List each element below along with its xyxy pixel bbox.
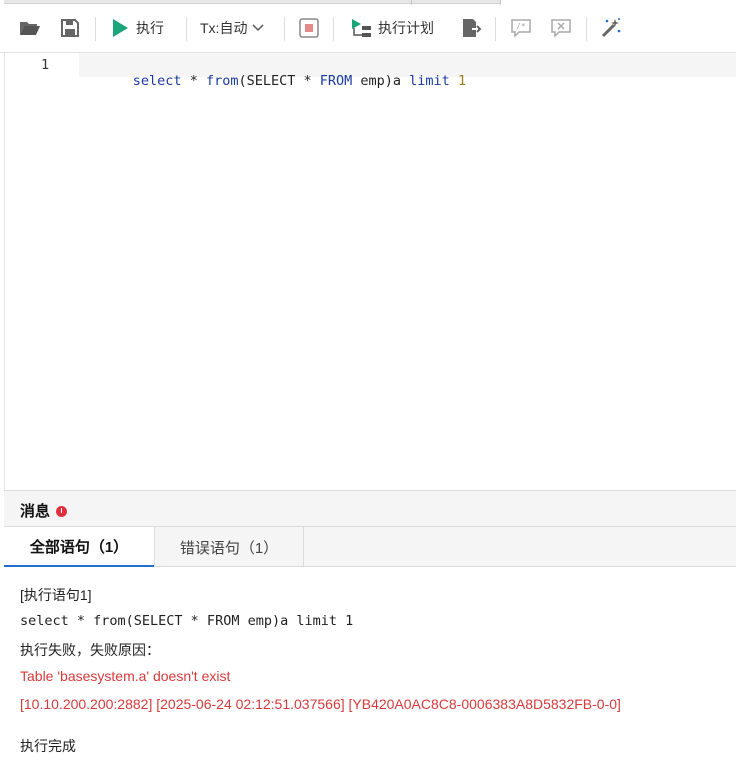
code-token: (SELECT * [238,73,320,89]
top-tab-divider [411,0,412,5]
messages-tabs: 全部语句（1） 错误语句（1） [4,527,736,567]
chevron-down-icon [252,24,264,32]
tab-error-statements[interactable]: 错误语句（1） [154,527,304,567]
code-token: * [181,73,206,89]
export-icon [460,17,482,39]
transaction-mode-label: Tx:自动 [200,20,248,36]
execution-plan-icon [350,18,372,38]
code-line: select * from(SELECT * FROM emp)a limit … [84,57,466,105]
code-token: from [205,73,239,89]
toolbar-separator [186,17,187,41]
svg-text:/*: /* [516,22,526,31]
format-sql-button[interactable] [597,6,625,50]
execution-plan-button[interactable]: 执行计划 [350,6,442,50]
messages-output: [执行语句1] select * from(SELECT * FROM emp)… [4,568,736,766]
top-tab-divider [500,0,501,5]
toolbar-separator [95,17,96,41]
open-file-button[interactable] [14,6,46,50]
statement-sql: select * from(SELECT * FROM emp)a limit … [20,613,354,629]
folder-open-icon [19,18,41,38]
editor-line: 1 select * from(SELECT * FROM emp)a limi… [5,53,736,89]
execution-plan-label: 执行计划 [378,20,434,36]
completion-status: 执行完成 [20,738,76,754]
play-icon [112,19,128,37]
error-badge-icon [56,506,67,517]
toolbar-separator [333,17,334,41]
toolbar-separator [284,17,285,41]
stop-button[interactable] [295,6,323,50]
editor-toolbar: 执行 Tx:自动 执行计划 /* [0,6,736,53]
tab-label: 全部语句（1） [29,538,129,556]
tab-all-statements[interactable]: 全部语句（1） [4,527,154,567]
statement-header: [执行语句1] [20,587,92,603]
code-token: select [132,73,182,89]
run-button-label: 执行 [136,20,164,36]
top-tab-strip-bar [4,0,500,4]
messages-header: 消息 [4,490,736,527]
code-token: limit [409,73,450,89]
messages-title: 消息 [20,503,51,520]
toolbar-separator [495,17,496,41]
uncomment-button[interactable] [547,6,575,50]
uncomment-icon [550,18,572,38]
export-button[interactable] [457,6,485,50]
error-detail: [10.10.200.200:2882] [2025-06-24 02:12:5… [20,696,621,712]
line-number: 1 [41,57,50,73]
code-token: emp)a [352,73,410,89]
comment-icon: /* [510,18,532,38]
error-message: Table 'basesystem.a' doesn't exist [20,668,231,684]
sql-editor[interactable]: 1 select * from(SELECT * FROM emp)a limi… [4,53,736,490]
failure-label: 执行失败，失败原因： [20,642,160,658]
run-button[interactable]: 执行 [112,6,174,50]
magic-wand-icon [600,17,622,39]
code-token: 1 [457,73,467,89]
toolbar-separator [586,17,587,41]
tab-label: 错误语句（1） [179,539,279,557]
save-icon [61,19,79,37]
transaction-mode-dropdown[interactable]: Tx:自动 [200,6,274,50]
stop-icon [299,18,319,38]
comment-button[interactable]: /* [507,6,535,50]
code-token: FROM [319,73,353,89]
save-button[interactable] [55,6,85,50]
